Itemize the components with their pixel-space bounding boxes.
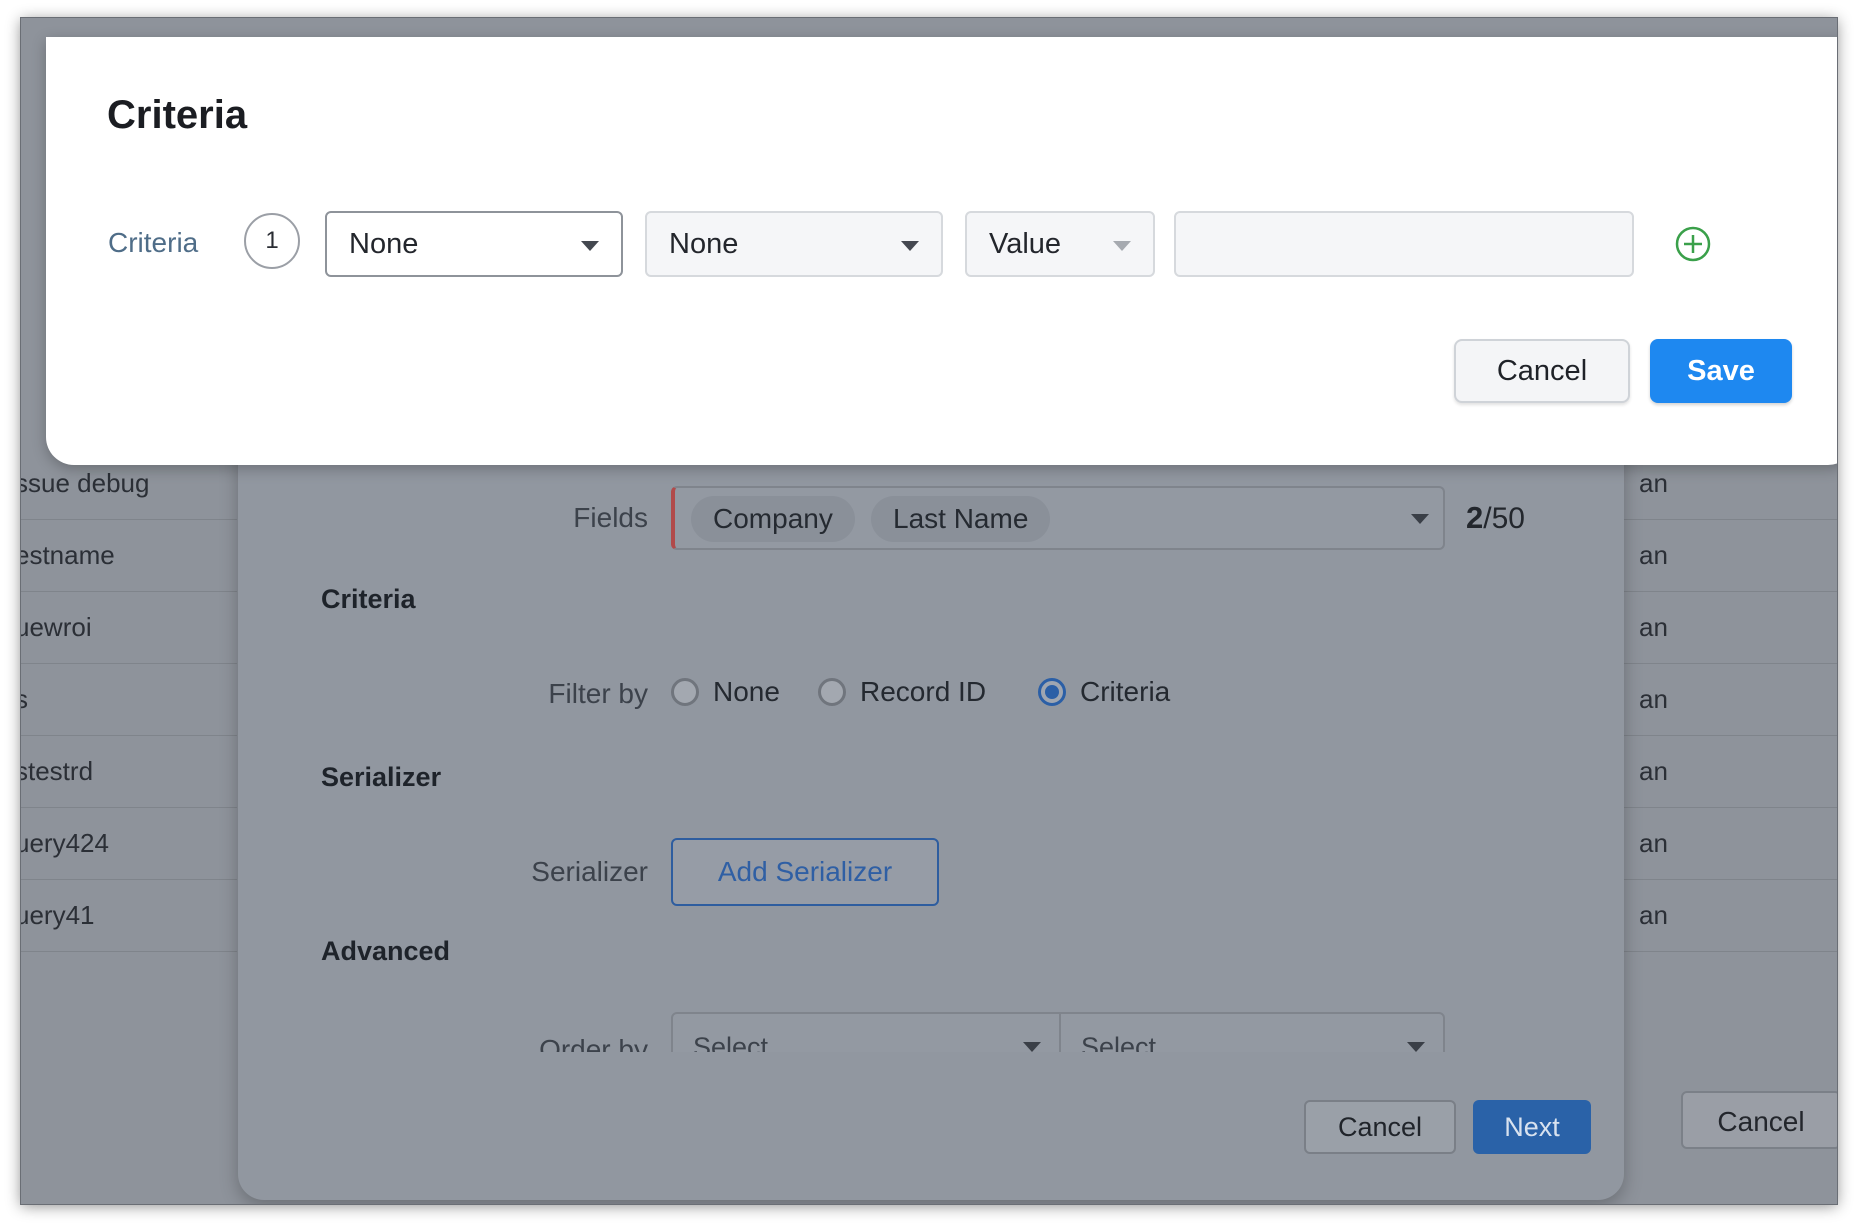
- background-list-right: an an an an an an an: [1619, 448, 1837, 952]
- list-cell: an: [1619, 880, 1837, 952]
- radio-filter-record-id[interactable]: [818, 678, 846, 706]
- background-cancel-button[interactable]: Cancel: [1681, 1091, 1837, 1149]
- modal-title: Criteria: [107, 93, 248, 137]
- chevron-down-icon[interactable]: [1411, 514, 1429, 524]
- wizard-next-button[interactable]: Next: [1473, 1100, 1591, 1154]
- list-item[interactable]: uewroi: [21, 592, 237, 664]
- order-by-row: Order by Select Select: [238, 1012, 1624, 1052]
- fields-count: 2/50: [1466, 500, 1525, 535]
- filter-by-label: Filter by: [548, 678, 648, 709]
- criteria-field-value: None: [349, 228, 419, 260]
- order-by-field-placeholder: Select: [693, 1032, 769, 1052]
- add-criteria-plus-icon[interactable]: [1674, 225, 1712, 263]
- screenshot-frame: ssue debug estname uewroi s stestrd uery…: [21, 18, 1837, 1204]
- background-list: ssue debug estname uewroi s stestrd uery…: [21, 448, 237, 952]
- radio-label-record-id[interactable]: Record ID: [860, 676, 986, 708]
- order-by-field-select[interactable]: Select: [671, 1012, 1061, 1052]
- criteria-value-type-value: Value: [989, 228, 1062, 260]
- wizard-cancel-button[interactable]: Cancel: [1304, 1100, 1456, 1154]
- chevron-down-icon[interactable]: [1113, 241, 1131, 251]
- criteria-field-select[interactable]: None: [325, 211, 623, 277]
- serializer-label: Serializer: [531, 856, 648, 887]
- list-item[interactable]: uery424: [21, 808, 237, 880]
- list-cell: an: [1619, 592, 1837, 664]
- chevron-down-icon[interactable]: [1023, 1042, 1041, 1052]
- order-by-direction-placeholder: Select: [1081, 1032, 1157, 1052]
- chevron-down-icon[interactable]: [1407, 1042, 1425, 1052]
- radio-label-criteria[interactable]: Criteria: [1080, 676, 1170, 708]
- criteria-row-label: Criteria: [108, 227, 199, 258]
- list-cell: an: [1619, 664, 1837, 736]
- section-serializer: Serializer: [321, 762, 442, 792]
- radio-label-none[interactable]: None: [713, 676, 780, 708]
- modal-save-button[interactable]: Save: [1650, 339, 1792, 403]
- section-advanced: Advanced: [321, 936, 451, 966]
- radio-filter-none[interactable]: [671, 678, 699, 706]
- modal-cancel-button[interactable]: Cancel: [1454, 339, 1630, 403]
- criteria-row-number: 1: [244, 213, 300, 269]
- criteria-value-input[interactable]: [1174, 211, 1634, 277]
- criteria-operator-select[interactable]: None: [645, 211, 943, 277]
- list-item[interactable]: estname: [21, 520, 237, 592]
- field-chip-last-name[interactable]: Last Name: [871, 496, 1051, 542]
- list-item[interactable]: uery41: [21, 880, 237, 952]
- criteria-modal: Criteria Criteria 1 None None Value Canc…: [46, 37, 1837, 465]
- section-criteria: Criteria: [321, 584, 416, 614]
- order-by-label: Order by: [539, 1034, 648, 1052]
- criteria-value-type-select[interactable]: Value: [965, 211, 1155, 277]
- list-cell: an: [1619, 736, 1837, 808]
- list-cell: an: [1619, 808, 1837, 880]
- radio-filter-criteria[interactable]: [1038, 678, 1066, 706]
- fields-multiselect[interactable]: Company Last Name: [671, 486, 1445, 550]
- list-cell: an: [1619, 520, 1837, 592]
- field-chip-company[interactable]: Company: [691, 496, 855, 542]
- list-item[interactable]: s: [21, 664, 237, 736]
- fields-label: Fields: [573, 502, 648, 533]
- add-serializer-button[interactable]: Add Serializer: [671, 838, 939, 906]
- chevron-down-icon[interactable]: [901, 241, 919, 251]
- wizard-panel: Fields Company Last Name 2/50 Criteria F…: [238, 408, 1624, 1200]
- order-by-direction-select[interactable]: Select: [1059, 1012, 1445, 1052]
- criteria-operator-value: None: [669, 228, 739, 260]
- list-item[interactable]: stestrd: [21, 736, 237, 808]
- chevron-down-icon[interactable]: [581, 241, 599, 251]
